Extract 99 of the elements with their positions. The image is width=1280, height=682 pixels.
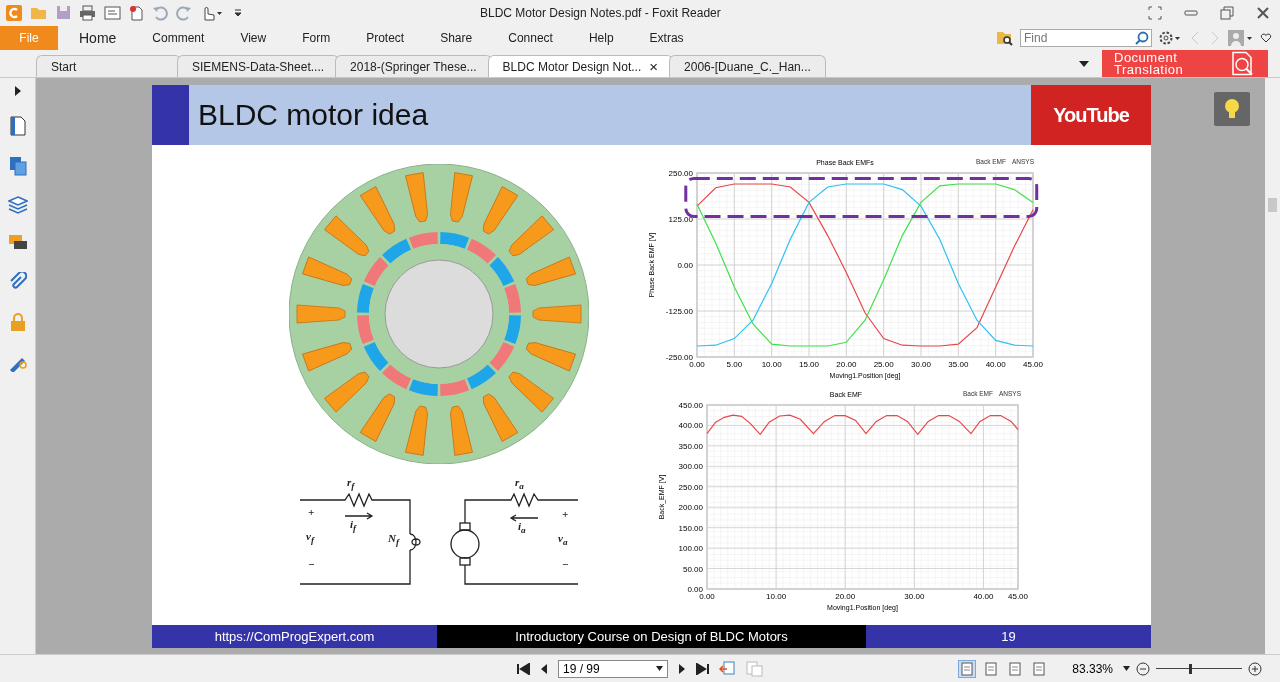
document-translation-button[interactable]: Document Translation bbox=[1102, 50, 1227, 77]
circuit-label: − bbox=[562, 558, 569, 570]
view-mode-button[interactable] bbox=[958, 659, 977, 678]
customize-icon[interactable] bbox=[234, 6, 242, 19]
x-tick-label: 40.00 bbox=[985, 360, 1006, 369]
y-tick-label: 50.00 bbox=[682, 564, 703, 574]
close-tab-button[interactable]: × bbox=[649, 58, 659, 75]
circuit-label: i$_{a}$ bbox=[518, 520, 526, 536]
y-tick-label: 450.00 bbox=[678, 401, 703, 410]
document-tab[interactable]: 2018-(Springer These... bbox=[335, 55, 492, 77]
y-tick-label: 300.00 bbox=[678, 462, 703, 472]
circuit-label: v$_{f}$ bbox=[306, 530, 314, 546]
window-title: BLDC Motor Design Notes.pdf - Foxit Reader bbox=[480, 5, 721, 20]
ribbon-tab[interactable]: Connect bbox=[493, 30, 568, 45]
x-tick-label: 40.00 bbox=[973, 592, 994, 601]
zoom-out-icon[interactable] bbox=[1136, 661, 1150, 676]
tips-button[interactable] bbox=[1214, 92, 1250, 126]
x-tick-label: 5.00 bbox=[726, 360, 743, 369]
ribbon-tab[interactable]: Comment bbox=[137, 30, 220, 45]
ribbon-tab[interactable]: Share bbox=[425, 30, 488, 45]
circuit-label: r$_{a}$ bbox=[515, 476, 524, 492]
previous-page-icon[interactable] bbox=[539, 662, 549, 675]
find-folder-icon[interactable] bbox=[996, 29, 1014, 46]
paperclip-icon[interactable] bbox=[8, 272, 27, 292]
circuit-label: v$_{a}$ bbox=[558, 532, 568, 548]
footer-text: 19 bbox=[866, 625, 1151, 648]
first-page-icon[interactable] bbox=[516, 662, 530, 675]
x-tick-label: 10.00 bbox=[766, 592, 787, 601]
ribbon-tab[interactable]: Protect bbox=[351, 30, 420, 45]
y-tick-label: 400.00 bbox=[678, 421, 703, 431]
slider-thumb[interactable] bbox=[1188, 663, 1192, 674]
x-tick-label: 35.00 bbox=[948, 360, 969, 369]
footer-text: https://ComProgExpert.com bbox=[152, 625, 437, 648]
y-tick-label: 100.00 bbox=[678, 544, 703, 554]
document-tab[interactable]: 2006-[Duane_C._Han... bbox=[669, 55, 826, 77]
page-number-field[interactable]: 19 / 99 bbox=[558, 659, 668, 678]
expand-panel-icon[interactable] bbox=[13, 86, 22, 96]
circuit-label: r$_{f}$ bbox=[347, 476, 355, 492]
layers-icon[interactable] bbox=[7, 196, 28, 214]
print-icon[interactable] bbox=[79, 4, 96, 21]
settings-icon[interactable] bbox=[1158, 29, 1182, 46]
tab-list-icon[interactable] bbox=[1078, 59, 1090, 69]
ribbon-tab[interactable]: View bbox=[225, 30, 282, 45]
new-document-icon[interactable] bbox=[129, 4, 144, 21]
page-icon[interactable] bbox=[8, 116, 27, 136]
page-number: 19 / 99 bbox=[563, 661, 600, 676]
x-tick-label: 10.00 bbox=[761, 360, 782, 369]
single-page-icon bbox=[961, 661, 974, 676]
pages-icon[interactable] bbox=[8, 156, 27, 176]
comment-icon[interactable] bbox=[7, 234, 28, 252]
zoom-value[interactable]: 83.33% bbox=[1072, 661, 1113, 676]
y-tick-label: 0.00 bbox=[687, 585, 703, 594]
x-tick-label: 25.00 bbox=[873, 360, 894, 369]
y-tick-label: 150.00 bbox=[678, 523, 703, 533]
x-tick-label: 20.00 bbox=[835, 592, 856, 601]
y-tick-label: 125.00 bbox=[668, 215, 693, 224]
translation-icon[interactable] bbox=[1227, 50, 1268, 77]
y-tick-label: 0.00 bbox=[677, 261, 693, 270]
heart-icon[interactable] bbox=[1260, 31, 1272, 44]
search-icon[interactable] bbox=[1135, 30, 1149, 45]
last-page-icon[interactable] bbox=[696, 662, 710, 675]
close-icon[interactable] bbox=[1256, 5, 1270, 20]
circuit-label: − bbox=[308, 558, 315, 570]
y-tick-label: -125.00 bbox=[665, 307, 693, 316]
app-logo-icon[interactable] bbox=[6, 4, 22, 21]
y-tick-label: 200.00 bbox=[678, 503, 703, 513]
y-tick-label: 250.00 bbox=[678, 482, 703, 492]
circuit-label: N$_{f}$ bbox=[388, 532, 399, 548]
x-tick-label: 0.00 bbox=[689, 360, 705, 369]
search-field[interactable]: Find bbox=[1020, 28, 1152, 47]
circuit-label: + bbox=[562, 508, 569, 520]
zoom-in-icon[interactable] bbox=[1248, 661, 1262, 676]
x-tick-label: 0.00 bbox=[699, 592, 715, 601]
circuit-label: + bbox=[308, 506, 315, 518]
x-tick-label: 45.00 bbox=[1008, 592, 1028, 601]
restore-icon[interactable] bbox=[1220, 5, 1234, 20]
x-tick-label: 20.00 bbox=[836, 360, 857, 369]
next-page-icon[interactable] bbox=[677, 662, 687, 675]
lightbulb-icon bbox=[1224, 98, 1240, 120]
y-tick-label: -250.00 bbox=[665, 353, 693, 362]
x-tick-label: 45.00 bbox=[1023, 360, 1043, 369]
ribbon-tab[interactable]: Extras bbox=[634, 30, 699, 45]
mail-icon[interactable] bbox=[104, 5, 121, 20]
slide-title: BLDC motor idea bbox=[198, 98, 429, 132]
x-tick-label: 15.00 bbox=[799, 360, 819, 369]
dropdown-icon[interactable] bbox=[656, 666, 663, 671]
circuit-label: i$_{f}$ bbox=[350, 518, 357, 534]
x-tick-label: 30.00 bbox=[904, 592, 925, 601]
ribbon-tab[interactable]: Help bbox=[573, 30, 629, 45]
header-accent bbox=[152, 85, 189, 145]
y-tick-label: 350.00 bbox=[678, 441, 703, 451]
y-tick-label: 250.00 bbox=[668, 169, 693, 178]
previous-view-icon[interactable] bbox=[719, 660, 737, 677]
ribbon-tab[interactable]: Form bbox=[287, 30, 346, 45]
zoom-dropdown-icon[interactable] bbox=[1123, 666, 1130, 671]
footer-text: Introductory Course on Design of BLDC Motors bbox=[437, 625, 866, 648]
x-tick-label: 30.00 bbox=[911, 360, 931, 369]
ribbon-tab[interactable]: Home bbox=[64, 29, 132, 46]
logo-text: YouTube bbox=[1053, 103, 1129, 127]
